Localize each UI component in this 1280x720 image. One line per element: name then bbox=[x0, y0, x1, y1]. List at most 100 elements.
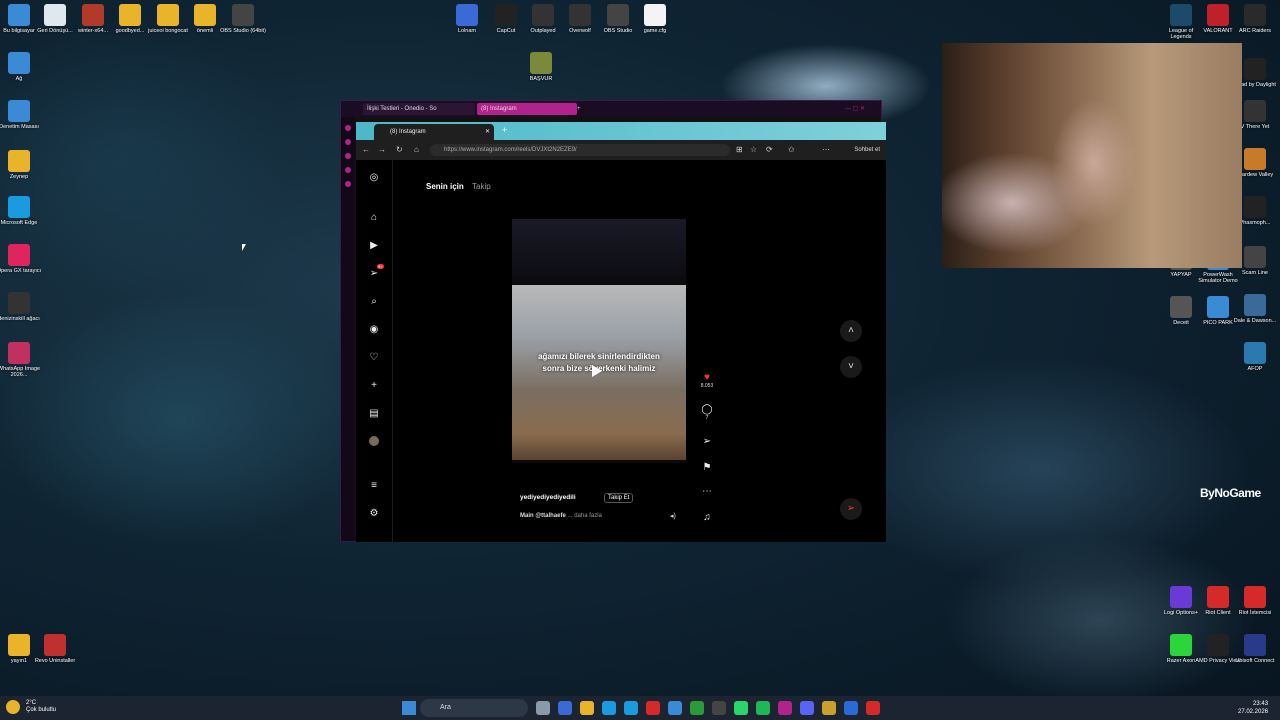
save-icon[interactable]: ⚑ bbox=[699, 462, 715, 473]
search-icon[interactable]: ⌕ bbox=[368, 296, 380, 308]
app-icon bbox=[607, 4, 629, 26]
play-icon[interactable] bbox=[592, 365, 602, 377]
menu-icon[interactable]: ≡ bbox=[368, 480, 380, 492]
edge-tab-instagram[interactable]: (8) Instagram ✕ bbox=[374, 124, 494, 140]
new-tab-button[interactable]: + bbox=[573, 103, 585, 115]
follow-button[interactable]: Takip Et bbox=[604, 493, 634, 503]
desktop-icon[interactable]: denizinskill ağacı bbox=[0, 292, 42, 322]
favorite-icon[interactable]: ☆ bbox=[750, 144, 757, 156]
favorites-bar-icon[interactable]: ✩ bbox=[788, 144, 795, 156]
reel-video[interactable]: ağamızı bilerek sinirlendirdikten sonra … bbox=[512, 285, 686, 460]
taskbar-app-icon[interactable] bbox=[800, 701, 814, 715]
copilot-chat-button[interactable]: Sohbet et bbox=[854, 144, 880, 156]
desktop-icon[interactable]: Microsoft Edge bbox=[0, 196, 42, 226]
explore-icon[interactable]: ◉ bbox=[368, 324, 380, 336]
desktop-icon[interactable]: Denetim Masası bbox=[0, 100, 42, 130]
caption-more[interactable]: ... daha fazla bbox=[568, 513, 602, 519]
instagram-logo-icon[interactable]: ◎ bbox=[368, 172, 380, 184]
desktop-icon[interactable]: Ubisoft Connect bbox=[1232, 634, 1278, 664]
app-icon bbox=[8, 244, 30, 266]
desktop-icon[interactable]: Revo Uninstaller bbox=[32, 634, 78, 664]
share-icon[interactable]: ➢ bbox=[699, 436, 715, 447]
read-aloud-icon[interactable]: ⊞ bbox=[736, 144, 743, 156]
previous-reel-button[interactable]: ˄ bbox=[840, 320, 862, 342]
messages-fab[interactable]: ➢ bbox=[840, 498, 862, 520]
taskbar-app-icon[interactable] bbox=[712, 701, 726, 715]
desktop-icon[interactable]: Opera GX tarayıcı bbox=[0, 244, 42, 274]
dashboard-icon[interactable]: ▤ bbox=[368, 408, 380, 420]
next-reel-button[interactable]: ˅ bbox=[840, 356, 862, 378]
sidebar-dot[interactable] bbox=[345, 167, 351, 173]
taskbar-app-icon[interactable] bbox=[734, 701, 748, 715]
clock-time: 23:43 bbox=[1253, 701, 1269, 707]
caption-user[interactable]: Main @ttalhaefe bbox=[520, 513, 566, 519]
desktop-icon-label: AFOP bbox=[1247, 366, 1263, 372]
desktop-icon[interactable]: Zeynep bbox=[0, 150, 42, 180]
taskbar-app-icon[interactable] bbox=[822, 701, 836, 715]
taskbar-app-icon[interactable] bbox=[668, 701, 682, 715]
extensions-icon[interactable]: ⟳ bbox=[766, 144, 773, 156]
tab-for-you[interactable]: Senin için bbox=[426, 182, 464, 191]
app-icon bbox=[1244, 196, 1266, 218]
desktop-icon-basvur[interactable]: BAŞVUR bbox=[518, 52, 564, 82]
mute-icon[interactable]: ◂) bbox=[670, 512, 676, 520]
apps-icon[interactable]: ⚙ bbox=[368, 508, 380, 520]
taskbar-app-icon[interactable] bbox=[844, 701, 858, 715]
forward-icon[interactable]: → bbox=[378, 144, 386, 156]
taskbar-app-icon[interactable] bbox=[624, 701, 638, 715]
desktop-icon[interactable]: Riot İstemcisi bbox=[1232, 586, 1278, 616]
taskbar-app-icon[interactable] bbox=[646, 701, 660, 715]
notifications-icon[interactable]: ♡ bbox=[368, 352, 380, 364]
back-icon[interactable]: ← bbox=[362, 144, 370, 156]
avatar[interactable] bbox=[369, 436, 379, 446]
weather-widget[interactable]: 2°C Çok bulutlu bbox=[26, 700, 56, 714]
sidebar-dot[interactable] bbox=[345, 139, 351, 145]
home-icon[interactable]: ⌂ bbox=[368, 212, 380, 224]
app-icon bbox=[8, 342, 30, 364]
like-button[interactable]: ♥ 8.053 bbox=[699, 372, 715, 389]
taskbar-app-icon[interactable] bbox=[866, 701, 880, 715]
more-options-icon[interactable]: ⋯ bbox=[699, 486, 715, 497]
app-icon bbox=[8, 52, 30, 74]
reels-icon[interactable]: ▶ bbox=[368, 240, 380, 252]
desktop-icon[interactable]: AFOP bbox=[1232, 342, 1278, 372]
home-icon[interactable]: ⌂ bbox=[414, 144, 419, 156]
desktop-icon[interactable]: ARC Raiders bbox=[1232, 4, 1278, 34]
comment-button[interactable]: ◯ 7 bbox=[699, 404, 715, 421]
weather-icon[interactable] bbox=[6, 700, 20, 714]
desktop-icon[interactable]: WhatsApp Image 2026... bbox=[0, 342, 42, 378]
reel-username[interactable]: yediyediyediyedili bbox=[520, 494, 576, 501]
audio-icon[interactable]: ♫ bbox=[699, 512, 715, 523]
start-icon[interactable] bbox=[402, 701, 416, 715]
sidebar-dot[interactable] bbox=[345, 153, 351, 159]
system-clock[interactable]: 23:43 27.02.2026 bbox=[1238, 700, 1268, 716]
opera-tab-instagram[interactable]: (8) Instagram bbox=[477, 103, 577, 115]
opera-tab-onedio[interactable]: İlişki Testleri - Onedio - So bbox=[363, 103, 475, 115]
taskbar-app-icon[interactable] bbox=[778, 701, 792, 715]
taskbar-app-icon[interactable] bbox=[536, 701, 550, 715]
desktop-icon[interactable]: Ağ bbox=[0, 52, 42, 82]
search-input[interactable]: Ara bbox=[420, 699, 528, 717]
direct-icon[interactable]: ➢ bbox=[368, 268, 380, 280]
create-icon[interactable]: + bbox=[368, 380, 380, 392]
more-icon[interactable]: ⋯ bbox=[822, 144, 830, 156]
desktop-icon[interactable]: OBS Studio (64bit) bbox=[220, 4, 266, 34]
sidebar-dot[interactable] bbox=[345, 181, 351, 187]
taskbar-app-icon[interactable] bbox=[580, 701, 594, 715]
reel-video-card[interactable]: ağamızı bilerek sinirlendirdikten sonra … bbox=[512, 219, 686, 463]
desktop-icon[interactable]: PICO PARK bbox=[1195, 296, 1241, 326]
new-tab-icon[interactable]: + bbox=[502, 125, 507, 135]
taskbar-app-icon[interactable] bbox=[602, 701, 616, 715]
taskbar-app-icon[interactable] bbox=[558, 701, 572, 715]
window-controls[interactable]: — ▢ ✕ bbox=[841, 103, 869, 115]
taskbar-app-icon[interactable] bbox=[690, 701, 704, 715]
refresh-icon[interactable]: ↻ bbox=[396, 144, 403, 156]
tab-following[interactable]: Takip bbox=[472, 182, 491, 191]
close-tab-icon[interactable]: ✕ bbox=[485, 124, 490, 140]
desktop-icon[interactable]: game.cfg bbox=[632, 4, 678, 34]
sidebar-dot[interactable] bbox=[345, 125, 351, 131]
weather-temp: 2°C bbox=[26, 700, 37, 706]
url-field[interactable]: https://www.instagram.com/reels/DVJXt2N2… bbox=[430, 144, 730, 156]
taskbar-app-icon[interactable] bbox=[756, 701, 770, 715]
app-icon bbox=[1170, 634, 1192, 656]
